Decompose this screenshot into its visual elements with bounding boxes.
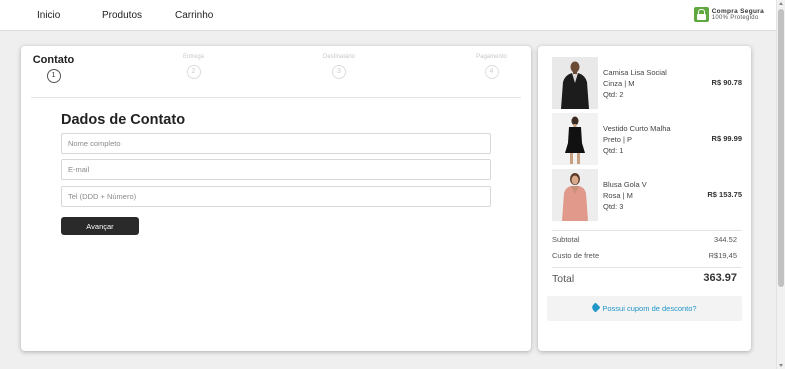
step-number: 1 [46, 69, 61, 83]
item-name: Camisa Lisa Social [603, 68, 667, 77]
total-value: 363.97 [703, 272, 737, 284]
item-details: Camisa Lisa Social Cinza | M Qtd: 2 [603, 67, 683, 100]
scrollbar-thumb[interactable] [778, 9, 784, 287]
step-destinatario[interactable]: Destinatário 3 [314, 54, 364, 79]
order-summary: Camisa Lisa Social Cinza | M Qtd: 2 R$ 9… [538, 46, 751, 351]
item-name: Blusa Gola V [603, 180, 647, 189]
item-details: Blusa Gola V Rosa | M Qtd: 3 [603, 179, 683, 212]
step-contato[interactable]: Contato 1 [31, 54, 76, 83]
lock-icon [693, 7, 709, 22]
product-image [552, 113, 598, 165]
step-number: 4 [484, 65, 499, 79]
secure-subtitle: 100% Protegido [711, 14, 759, 21]
item-qty: Qtd: 2 [603, 90, 624, 99]
nav-link-carrinho[interactable]: Carrinho [175, 10, 213, 21]
product-image [552, 57, 598, 109]
form-title: Dados de Contato [61, 112, 186, 128]
subtotal-value: 344.52 [714, 235, 737, 244]
step-pagamento[interactable]: Pagamento 4 [469, 54, 514, 79]
nav-link-inicio[interactable]: Inicio [37, 10, 60, 21]
item-price: R$ 153.75 [707, 190, 742, 199]
coupon-label: Possui cupom de desconto? [602, 304, 697, 313]
top-nav: Inicio Produtos Carrinho Compra Segura 1… [0, 0, 776, 31]
subtotal-row: Subtotal 344.52 [552, 235, 737, 244]
cart-item: Camisa Lisa Social Cinza | M Qtd: 2 R$ 9… [552, 57, 742, 109]
name-field[interactable] [61, 133, 491, 154]
total-row: Total 363.97 [552, 272, 737, 285]
step-entrega[interactable]: Entrega 2 [171, 54, 216, 79]
scroll-down-icon[interactable] [779, 364, 783, 367]
step-number: 2 [186, 65, 201, 79]
item-price: R$ 99.99 [711, 134, 742, 143]
checkout-card: Contato 1 Entrega 2 Destinatário 3 Pagam… [21, 46, 531, 351]
item-qty: Qtd: 1 [603, 146, 624, 155]
step-label: Pagamento [476, 54, 507, 60]
divider [31, 97, 521, 98]
step-label: Destinatário [322, 54, 355, 60]
item-name: Vestido Curto Malha [603, 124, 671, 133]
divider [552, 230, 742, 231]
item-variant: Rosa | M [603, 191, 633, 200]
subtotal-label: Subtotal [552, 235, 580, 244]
email-field[interactable] [61, 159, 491, 180]
tag-icon [590, 302, 601, 313]
cart-item: Vestido Curto Malha Preto | P Qtd: 1 R$ … [552, 113, 742, 165]
divider [552, 267, 742, 268]
next-button[interactable]: Avançar [61, 217, 139, 235]
step-label: Entrega [182, 54, 204, 60]
product-image [552, 169, 598, 221]
total-label: Total [552, 273, 575, 285]
scroll-up-icon[interactable] [779, 2, 783, 5]
shipping-row: Custo de frete R$19,45 [552, 251, 737, 260]
item-price: R$ 90.78 [711, 78, 742, 87]
secure-badge: Compra Segura 100% Protegido [693, 7, 764, 22]
item-qty: Qtd: 3 [603, 202, 624, 211]
cart-item: Blusa Gola V Rosa | M Qtd: 3 R$ 153.75 [552, 169, 742, 221]
phone-field[interactable] [61, 186, 491, 207]
item-variant: Preto | P [603, 135, 633, 144]
shipping-label: Custo de frete [552, 251, 600, 260]
item-variant: Cinza | M [603, 79, 635, 88]
shipping-value: R$19,45 [708, 251, 737, 260]
coupon-link[interactable]: Possui cupom de desconto? [547, 296, 742, 321]
nav-link-produtos[interactable]: Produtos [102, 10, 142, 21]
secure-title: Compra Segura [711, 7, 764, 15]
step-number: 3 [332, 65, 346, 79]
step-label: Contato [32, 54, 75, 66]
scrollbar[interactable] [776, 0, 785, 369]
item-details: Vestido Curto Malha Preto | P Qtd: 1 [603, 123, 683, 156]
